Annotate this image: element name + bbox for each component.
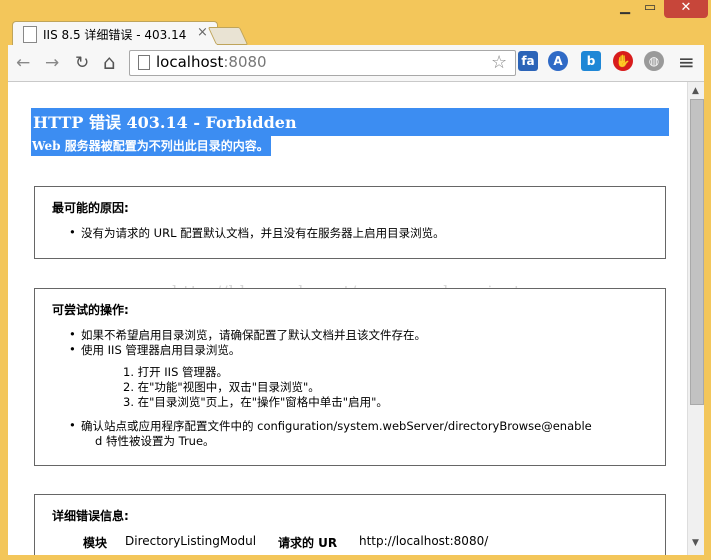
step-item: 1. 打开 IIS 管理器。 [123,365,229,379]
page-icon [138,55,150,70]
page-viewport: HTTP 错误 403.14 - Forbidden Web 服务器被配置为不列… [8,82,704,555]
extension-fa-icon[interactable]: fa [518,51,538,71]
address-bar[interactable]: localhost:8080 ☆ [129,50,516,76]
cause-box: 最可能的原因: 没有为请求的 URL 配置默认文档，并且没有在服务器上启用目录浏… [34,186,666,259]
extension-a-icon[interactable]: A [548,51,568,71]
error-subtitle: Web 服务器被配置为不列出此目录的内容。 [31,136,271,156]
maximize-button[interactable]: ▭ [638,0,662,18]
vertical-scrollbar[interactable]: ▲ ▼ [687,82,704,555]
step-item: 2. 在"功能"视图中，双击"目录浏览"。 [123,380,320,394]
extension-globe-icon[interactable]: ◍ [644,51,664,71]
menu-icon[interactable]: ≡ [678,50,695,74]
tab-title: IIS 8.5 详细错误 - 403.14 [43,28,187,42]
forward-icon[interactable]: → [45,53,59,73]
url-value: http://localhost:8080/ [359,534,489,548]
step-item: 3. 在"目录浏览"页上，在"操作"窗格中单击"启用"。 [123,395,388,409]
minimize-button[interactable]: ▁ [613,0,637,18]
list-item: 没有为请求的 URL 配置默认文档，并且没有在服务器上启用目录浏览。 [69,225,445,241]
actions-heading: 可尝试的操作: [52,303,129,317]
tab-active[interactable]: IIS 8.5 详细错误 - 403.14 × [12,21,218,46]
list-item-continuation: d 特性被设置为 True。 [95,434,215,448]
url-text: localhost:8080 [156,53,267,71]
extension-b-icon[interactable]: b [581,51,601,71]
list-item: 如果不希望启用目录浏览，请确保配置了默认文档并且该文件存在。 [69,327,426,343]
cause-heading: 最可能的原因: [52,201,129,215]
scroll-up-icon[interactable]: ▲ [692,86,699,96]
back-icon[interactable]: ← [16,53,30,73]
scroll-down-icon[interactable]: ▼ [692,538,699,548]
list-item: 使用 IIS 管理器启用目录浏览。 [69,342,240,358]
close-tab-icon[interactable]: × [197,25,208,40]
detail-heading: 详细错误信息: [52,509,129,523]
module-label: 模块 [83,536,108,550]
reload-icon[interactable]: ↻ [75,53,89,73]
detail-box: 详细错误信息: 模块 DirectoryListingModul 请求的 UR … [34,494,666,555]
bookmark-star-icon[interactable]: ☆ [491,52,507,73]
module-value: DirectoryListingModul [125,534,257,548]
error-title: HTTP 错误 403.14 - Forbidden [33,113,297,132]
error-header: HTTP 错误 403.14 - Forbidden [31,108,669,136]
page-icon [23,26,37,43]
close-window-button[interactable]: ✕ [664,0,708,18]
scroll-thumb[interactable] [690,99,704,405]
url-label: 请求的 UR [278,536,338,550]
toolbar: ← → ↻ ⌂ localhost:8080 ☆ fa A b ✋ ◍ ≡ [8,45,704,82]
browser-window: IIS 8.5 详细错误 - 403.14 × ▁ ▭ ✕ ← → ↻ ⌂ lo… [0,0,711,560]
list-item: 确认站点或应用程序配置文件中的 configuration/system.web… [69,418,592,434]
actions-box: 可尝试的操作: 如果不希望启用目录浏览，请确保配置了默认文档并且该文件存在。 使… [34,288,666,466]
home-icon[interactable]: ⌂ [103,50,116,74]
extension-adblock-icon[interactable]: ✋ [613,51,633,71]
